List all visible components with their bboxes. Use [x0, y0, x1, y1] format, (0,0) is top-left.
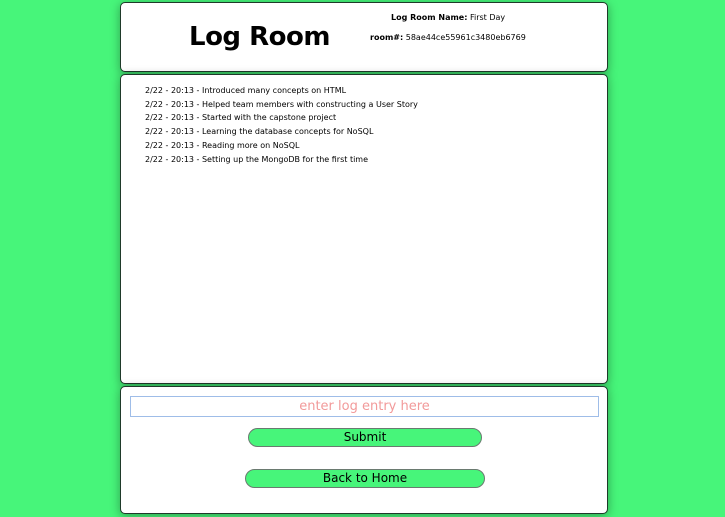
- room-name-line: Log Room Name: First Day: [391, 13, 505, 22]
- log-panel[interactable]: 2/22 - 20:13 - Introduced many concepts …: [120, 74, 608, 384]
- log-entry: 2/22 - 20:13 - Introduced many concepts …: [145, 86, 347, 95]
- log-entry: 2/22 - 20:13 - Reading more on NoSQL: [145, 140, 300, 150]
- submit-button[interactable]: Submit: [248, 428, 482, 447]
- page-title: Log Room: [189, 22, 330, 52]
- log-entry: 2/22 - 20:13 - Setting up the MongoDB fo…: [145, 154, 369, 164]
- room-id-value: 58ae44ce55961c3480eb6769: [405, 33, 526, 42]
- log-entry: 2/22 - 20:13 - Started with the capstone…: [145, 113, 337, 123]
- entry-form-panel: Submit Back to Home: [120, 386, 608, 514]
- room-id-label: room#:: [370, 33, 404, 42]
- room-name-value: First Day: [469, 13, 506, 22]
- log-list: 2/22 - 20:13 - Introduced many concepts …: [145, 84, 418, 166]
- header-panel: Log Room Log Room Name: First Day room#:…: [120, 2, 608, 72]
- room-name-label: Log Room Name:: [391, 13, 468, 22]
- back-to-home-button[interactable]: Back to Home: [245, 469, 485, 488]
- room-id-line: room#: 58ae44ce55961c3480eb6769: [370, 33, 526, 42]
- log-entry: 2/22 - 20:13 - Helped team members with …: [145, 99, 418, 109]
- log-entry-input[interactable]: [130, 396, 599, 417]
- log-entry: 2/22 - 20:13 - Learning the database con…: [145, 127, 374, 137]
